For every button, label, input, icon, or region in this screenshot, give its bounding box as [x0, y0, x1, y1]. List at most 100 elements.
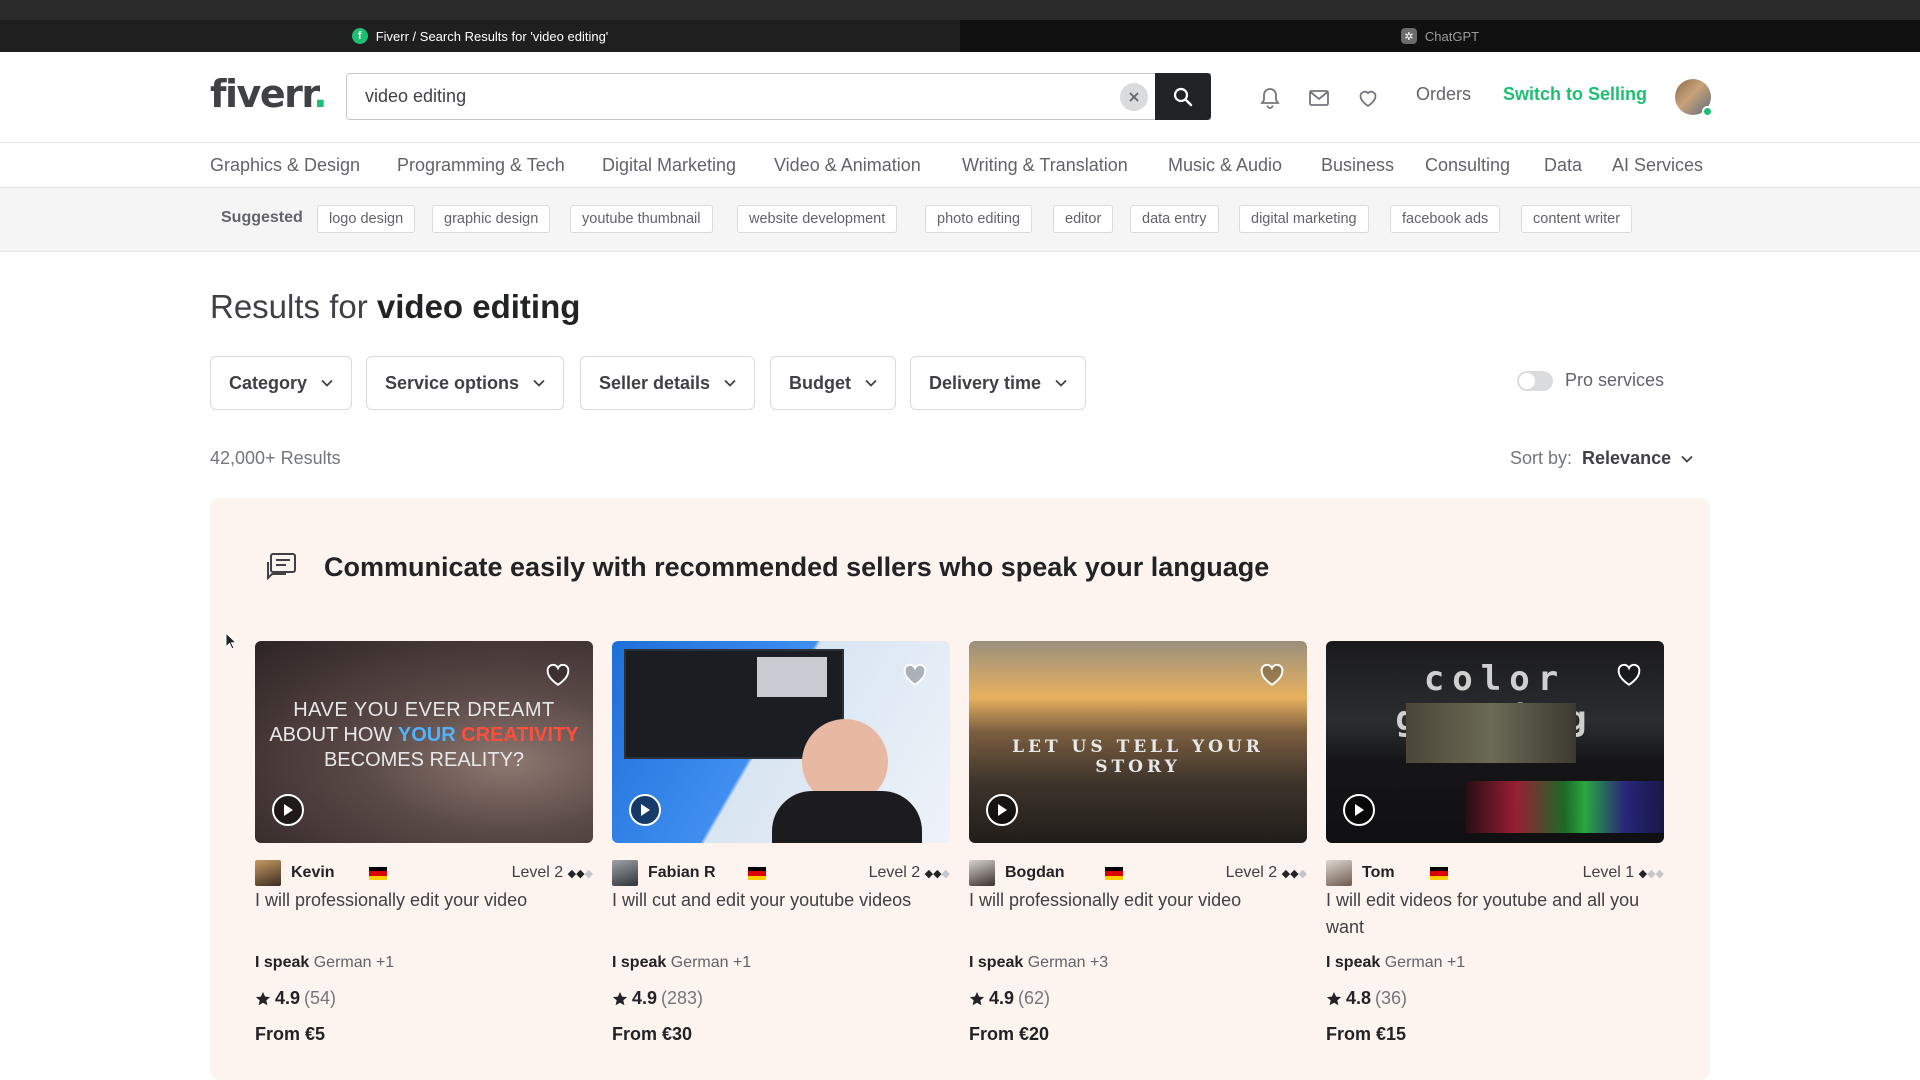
languages-value: German +3 — [1027, 954, 1109, 971]
thumb-scope-graphic — [1466, 781, 1664, 833]
category-music-audio[interactable]: Music & Audio — [1168, 155, 1282, 176]
level-diamond-icon: ◆◆ — [1281, 868, 1299, 880]
languages-value: German +1 — [670, 954, 752, 971]
price-value: €30 — [662, 1024, 693, 1044]
category-data[interactable]: Data — [1544, 155, 1582, 176]
price-prefix: From — [255, 1024, 300, 1044]
thumb-caption: LET US TELL YOUR STORY — [1012, 737, 1264, 777]
heart-icon[interactable] — [1356, 86, 1380, 110]
favorite-heart-icon[interactable] — [902, 663, 928, 687]
suggested-chip[interactable]: youtube thumbnail — [570, 205, 713, 233]
filter-category[interactable]: Category — [210, 356, 353, 410]
suggested-chip[interactable]: website development — [737, 205, 898, 233]
pro-services-toggle[interactable]: Pro services — [1517, 370, 1664, 391]
level-label: Level 2 — [511, 864, 564, 881]
filter-label: Seller details — [599, 372, 711, 393]
seller-name[interactable]: Fabian R — [648, 864, 716, 882]
chevron-down-icon — [865, 379, 877, 387]
suggested-chip[interactable]: editor — [1053, 205, 1114, 233]
browser-tab-chatgpt[interactable]: ✲ ChatGPT — [960, 20, 1920, 52]
suggested-chip[interactable]: photo editing — [925, 205, 1033, 233]
gig-card[interactable]: color grading Tom Level 1 ◆◆◆ I will edi… — [1326, 641, 1664, 1044]
seller-row: Bogdan Level 2 ◆◆◆ — [969, 860, 1307, 886]
suggested-chip[interactable]: logo design — [317, 205, 416, 233]
suggested-chip[interactable]: data entry — [1130, 205, 1219, 233]
gig-card[interactable]: LET US TELL YOUR STORY Bogdan Level 2 ◆◆… — [969, 641, 1307, 1044]
gig-title[interactable]: I will cut and edit your youtube videos — [612, 887, 950, 914]
clear-search-button[interactable] — [1120, 83, 1148, 111]
filter-delivery-time[interactable]: Delivery time — [910, 356, 1087, 410]
category-business[interactable]: Business — [1321, 155, 1394, 176]
play-icon — [998, 804, 1007, 816]
star-icon — [969, 991, 985, 1005]
gig-thumbnail[interactable]: LET US TELL YOUR STORY — [969, 641, 1307, 843]
germany-flag-icon — [1430, 867, 1448, 880]
level-label: Level 2 — [1225, 864, 1278, 881]
speak-label: I speak — [612, 954, 667, 971]
category-digital-marketing[interactable]: Digital Marketing — [602, 155, 736, 176]
bell-icon[interactable] — [1258, 86, 1282, 110]
category-graphics-design[interactable]: Graphics & Design — [210, 155, 360, 176]
favorite-heart-icon[interactable] — [1616, 663, 1642, 687]
category-writing-translation[interactable]: Writing & Translation — [962, 155, 1128, 176]
sort-control[interactable]: Sort by: Relevance — [1510, 448, 1693, 469]
favorite-heart-icon[interactable] — [545, 663, 571, 687]
gig-thumbnail[interactable]: HAVE YOU EVER DREAMT ABOUT HOW YOUR CREA… — [255, 641, 593, 843]
gig-thumbnail[interactable]: color grading — [1326, 641, 1664, 843]
filter-budget[interactable]: Budget — [770, 356, 896, 410]
gig-thumbnail[interactable] — [612, 641, 950, 843]
filter-service-options[interactable]: Service options — [366, 356, 565, 410]
seller-name[interactable]: Tom — [1362, 864, 1395, 882]
mouse-cursor-icon — [225, 632, 237, 650]
panel-title: Communicate easily with recommended sell… — [324, 552, 1270, 582]
category-video-animation[interactable]: Video & Animation — [774, 155, 921, 176]
gig-card[interactable]: Fabian R Level 2 ◆◆◆ I will cut and edit… — [612, 641, 950, 1044]
suggested-chip[interactable]: content writer — [1521, 205, 1633, 233]
review-count: (54) — [304, 988, 337, 1008]
play-button[interactable] — [1343, 794, 1375, 826]
price-prefix: From — [969, 1024, 1014, 1044]
play-button[interactable] — [272, 794, 304, 826]
category-ai-services[interactable]: AI Services — [1612, 155, 1703, 176]
tab-title: Fiverr / Search Results for 'video editi… — [375, 28, 609, 44]
logo-text: fiverr — [210, 72, 315, 116]
seller-avatar[interactable] — [969, 860, 995, 886]
search-button[interactable] — [1155, 73, 1211, 120]
filter-seller-details[interactable]: Seller details — [580, 356, 756, 410]
gig-title[interactable]: I will edit videos for youtube and all y… — [1326, 887, 1664, 941]
search-value: video editing — [365, 86, 467, 106]
seller-level: Level 2 ◆◆◆ — [1226, 864, 1307, 882]
favorite-heart-icon[interactable] — [1259, 663, 1285, 687]
fiverr-favicon-icon: f — [351, 28, 368, 44]
browser-tab-fiverr[interactable]: f Fiverr / Search Results for 'video edi… — [0, 20, 960, 52]
seller-avatar[interactable] — [255, 860, 281, 886]
switch-to-selling-link[interactable]: Switch to Selling — [1503, 84, 1647, 105]
play-icon — [1355, 804, 1364, 816]
play-button[interactable] — [629, 794, 661, 826]
gig-title[interactable]: I will professionally edit your video — [255, 887, 593, 914]
search-input[interactable]: video editing — [346, 73, 1211, 120]
level-diamond-empty-icon: ◆ — [584, 868, 593, 880]
suggested-chip[interactable]: graphic design — [432, 205, 551, 233]
thumb-caption: ABOUT HOW YOUR CREATIVITY — [255, 724, 593, 747]
seller-name[interactable]: Kevin — [291, 864, 335, 882]
chevron-down-icon — [321, 379, 333, 387]
user-avatar[interactable] — [1675, 79, 1713, 117]
envelope-icon[interactable] — [1307, 86, 1331, 110]
orders-link[interactable]: Orders — [1416, 84, 1471, 105]
toggle-switch[interactable] — [1517, 370, 1553, 391]
suggested-chip[interactable]: facebook ads — [1390, 205, 1501, 233]
play-button[interactable] — [986, 794, 1018, 826]
category-consulting[interactable]: Consulting — [1425, 155, 1510, 176]
fiverr-logo[interactable]: fiverr. — [210, 72, 328, 116]
category-programming-tech[interactable]: Programming & Tech — [397, 155, 565, 176]
suggested-chip[interactable]: digital marketing — [1239, 205, 1369, 233]
seller-name[interactable]: Bogdan — [1005, 864, 1065, 882]
seller-avatar[interactable] — [612, 860, 638, 886]
gig-title[interactable]: I will professionally edit your video — [969, 887, 1307, 914]
seller-level: Level 1 ◆◆◆ — [1583, 864, 1664, 882]
seller-avatar[interactable] — [1326, 860, 1352, 886]
languages-value: German +1 — [1384, 954, 1466, 971]
filter-label: Service options — [385, 372, 520, 393]
gig-card[interactable]: HAVE YOU EVER DREAMT ABOUT HOW YOUR CREA… — [255, 641, 593, 1044]
